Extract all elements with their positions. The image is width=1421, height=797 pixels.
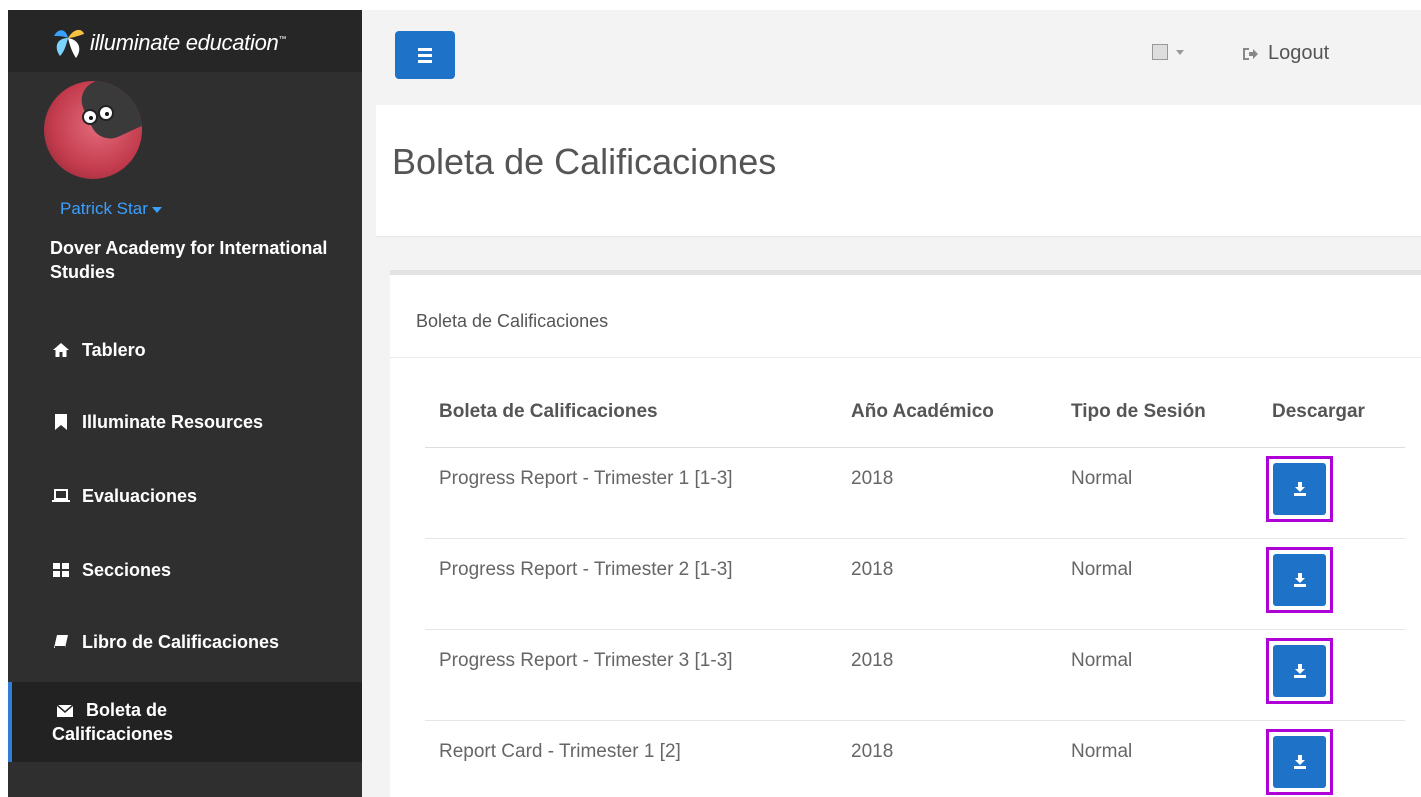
caret-down-icon [1176,49,1184,55]
sidebar-item-tablero[interactable]: Tablero [8,314,362,386]
logout-label: Logout [1268,42,1330,64]
page-header: Boleta de Calificaciones [376,105,1421,237]
sidebar-item-label-line2: Calificaciones [52,724,174,744]
download-highlight [1266,546,1333,613]
year-cell: 2018 [837,629,1057,721]
download-highlight [1266,728,1333,795]
language-icon [1152,44,1168,60]
sidebar-item-secciones[interactable]: Secciones [8,534,362,606]
report-name-cell: Progress Report - Trimester 3 [1-3] [425,629,837,721]
sidebar-item-label-line1: Boleta de [86,700,168,720]
download-button[interactable] [1273,735,1326,788]
caret-down-icon [151,206,162,213]
download-icon [1293,572,1306,587]
sidebar: illuminate education™ Patrick Star Dover… [8,10,362,797]
session-cell: Normal [1057,720,1262,797]
panel-heading: Boleta de Calificaciones [390,275,1421,358]
school-name: Dover Academy for International Studies [50,238,328,282]
download-highlight [1266,637,1333,704]
home-icon [52,341,70,359]
page-title: Boleta de Calificaciones [392,141,777,182]
illuminate-logo-icon [54,29,84,58]
brand-bar: illuminate education™ [8,10,362,72]
panel-heading-text: Boleta de Calificaciones [416,311,609,331]
hamburger-icon [418,47,432,51]
year-cell: 2018 [837,720,1057,797]
user-name: Patrick Star [60,199,148,218]
language-dropdown[interactable] [1152,44,1184,60]
menu-toggle-button[interactable] [395,31,455,79]
column-header-download[interactable]: Descargar [1262,381,1405,448]
download-button[interactable] [1273,462,1326,515]
download-cell [1262,629,1405,721]
session-cell: Normal [1057,629,1262,721]
download-highlight [1266,455,1333,522]
year-cell: 2018 [837,538,1057,630]
trademark: ™ [278,34,287,44]
sidebar-item-evaluaciones[interactable]: Evaluaciones [8,460,362,532]
download-button[interactable] [1273,553,1326,606]
sidebar-item-label: Evaluaciones [82,485,198,506]
session-cell: Normal [1057,447,1262,539]
sidebar-item-label: Illuminate Resources [82,411,264,432]
report-cards-panel: Boleta de Calificaciones Boleta de Calif… [390,270,1421,797]
avatar[interactable] [44,81,142,179]
download-icon [1293,754,1306,769]
session-cell: Normal [1057,538,1262,630]
download-icon [1293,663,1306,678]
sidebar-item-label: Boleta de Calificaciones [52,698,173,746]
sidebar-item-label: Tablero [82,339,146,360]
book-icon [52,633,70,651]
table-row: Progress Report - Trimester 2 [1-3] 2018… [425,538,1405,630]
table-row: Progress Report - Trimester 3 [1-3] 2018… [425,629,1405,721]
app-window: illuminate education™ Patrick Star Dover… [8,10,1421,797]
bookmark-icon [52,413,70,431]
sign-out-icon [1243,47,1258,60]
table-row: Report Card - Trimester 1 [2] 2018 Norma… [425,720,1405,797]
brand-name: illuminate education™ [90,30,287,55]
report-name-cell: Report Card - Trimester 1 [2] [425,720,837,797]
report-cards-table: Boleta de Calificaciones Año Académico T… [425,381,1405,797]
column-header-report[interactable]: Boleta de Calificaciones [425,381,837,448]
report-name-cell: Progress Report - Trimester 2 [1-3] [425,538,837,630]
download-cell [1262,538,1405,630]
column-header-year[interactable]: Año Académico [837,381,1057,448]
download-icon [1293,481,1306,496]
sidebar-item-label: Secciones [82,559,172,580]
laptop-icon [52,487,70,505]
column-header-session[interactable]: Tipo de Sesión [1057,381,1262,448]
sidebar-item-boleta-de-calificaciones[interactable]: Boleta de Calificaciones [8,682,362,762]
sidebar-item-libro-de-calificaciones[interactable]: Libro de Calificaciones [8,606,362,678]
grid-icon [52,561,70,579]
table-header-row: Boleta de Calificaciones Año Académico T… [425,381,1405,448]
table-row: Progress Report - Trimester 1 [1-3] 2018… [425,447,1405,539]
report-cards-table-wrap: Boleta de Calificaciones Año Académico T… [425,381,1421,797]
download-cell [1262,447,1405,539]
sidebar-item-label: Libro de Calificaciones [82,631,280,652]
envelope-icon [56,702,74,720]
top-bar: Logout [362,10,1421,105]
user-menu-toggle[interactable]: Patrick Star [60,199,162,219]
sidebar-item-illuminate-resources[interactable]: Illuminate Resources [8,386,362,458]
year-cell: 2018 [837,447,1057,539]
logout-link[interactable]: Logout [1242,42,1329,65]
download-cell [1262,720,1405,797]
report-name-cell: Progress Report - Trimester 1 [1-3] [425,447,837,539]
download-button[interactable] [1273,644,1326,697]
